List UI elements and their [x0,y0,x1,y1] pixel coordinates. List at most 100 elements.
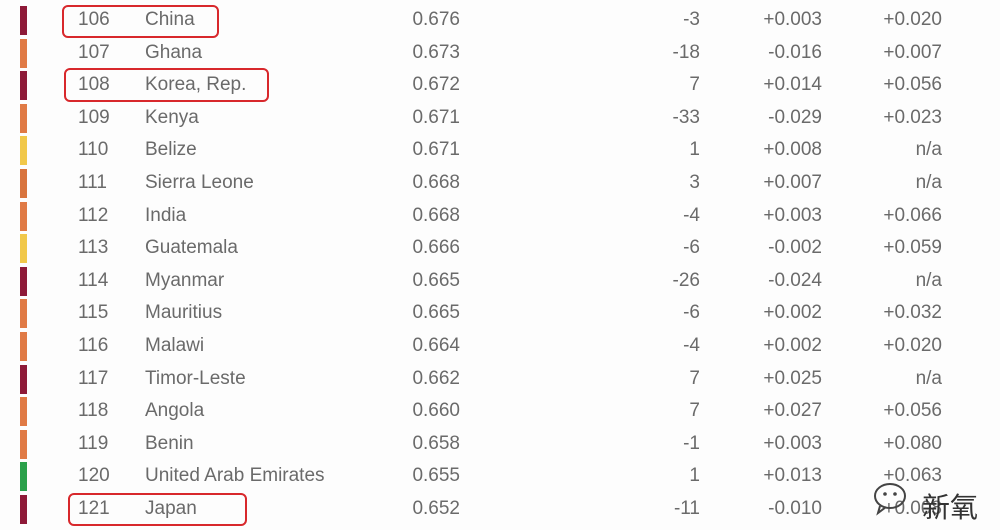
rank-change-cell: 3 [689,172,700,193]
region-color-bar [20,38,27,68]
score-change-2-cell: +0.007 [883,41,942,63]
score-change-2-cell: +0.023 [883,106,942,128]
score-change-1-cell: -0.024 [768,269,822,291]
score-change-2-cell: n/a [915,269,942,291]
score-cell: 0.666 [412,237,460,259]
region-color-bar [20,397,27,427]
score-change-2-cell: +0.020 [883,9,942,30]
score-change-2-cell: +0.080 [883,432,942,454]
country-cell: India [145,204,187,226]
rank-change-cell: -26 [672,269,700,291]
table-row: 111 Sierra Leone 0.668 3 +0.007 n/a [0,167,1000,199]
score-cell: 0.673 [412,41,460,63]
score-change-2-cell: +0.056 [883,400,942,422]
rank-cell: 115 [78,302,109,324]
region-color-bar [20,266,27,296]
rank-change-cell: -4 [683,335,700,356]
score-cell: 0.668 [412,204,460,226]
score-change-1-cell: -0.002 [768,237,822,259]
rank-change-cell: -4 [683,204,700,226]
region-color-bar [20,495,27,524]
rank-change-cell: 7 [689,74,700,96]
rank-cell: 113 [78,237,109,259]
rank-cell: 116 [78,335,109,356]
country-cell: Benin [145,432,194,454]
rank-change-cell: -33 [672,106,700,128]
table-row: 107 Ghana 0.673 -18 -0.016 +0.007 [0,37,1000,69]
rank-change-cell: -11 [673,498,700,519]
score-change-1-cell: -0.016 [768,41,822,63]
score-change-2-cell: n/a [915,367,942,389]
score-cell: 0.671 [412,139,460,161]
table-row: 119 Benin 0.658 -1 +0.003 +0.080 [0,428,1000,460]
highlight-box-japan [68,493,247,526]
table-row: 117 Timor-Leste 0.662 7 +0.025 n/a [0,363,1000,395]
score-cell: 0.668 [412,172,460,193]
country-cell: United Arab Emirates [145,465,325,487]
country-cell: Mauritius [145,302,223,324]
score-change-1-cell: -0.010 [768,498,822,519]
region-color-bar [20,71,27,101]
country-cell: Kenya [145,106,199,128]
rank-cell: 107 [78,41,110,63]
country-cell: Belize [145,139,197,161]
region-color-bar [20,201,27,231]
region-color-bar [20,299,27,329]
highlight-box-korea [64,68,269,102]
table-row: 118 Angola 0.660 7 +0.027 +0.056 [0,395,1000,427]
score-change-2-cell: +0.056 [883,74,942,96]
country-cell: Myanmar [145,269,225,291]
score-change-1-cell: +0.002 [763,335,822,356]
rank-cell: 110 [78,139,109,161]
score-change-1-cell: +0.013 [763,465,822,487]
country-cell: Timor-Leste [145,367,246,389]
rank-change-cell: -6 [683,302,700,324]
highlight-box-china [62,5,219,38]
score-cell: 0.658 [412,432,460,454]
score-change-2-cell: +0.059 [883,237,942,259]
region-color-bar [20,234,27,264]
table-row: 112 India 0.668 -4 +0.003 +0.066 [0,200,1000,232]
rank-cell: 120 [78,465,110,487]
rank-change-cell: 7 [689,367,700,389]
region-color-bar [20,364,27,394]
score-change-1-cell: -0.029 [768,106,822,128]
rank-cell: 119 [78,432,109,454]
score-cell: 0.665 [412,269,460,291]
rank-change-cell: -3 [683,9,700,30]
score-change-1-cell: +0.003 [763,204,822,226]
table-row: 110 Belize 0.671 1 +0.008 n/a [0,134,1000,166]
score-change-1-cell: +0.027 [763,400,822,422]
rank-change-cell: -18 [672,41,700,63]
score-change-1-cell: +0.002 [763,302,822,324]
score-cell: 0.672 [412,74,460,96]
score-cell: 0.652 [412,498,460,519]
table-row: 115 Mauritius 0.665 -6 +0.002 +0.032 [0,297,1000,329]
rank-cell: 117 [78,367,109,389]
table-row: 120 United Arab Emirates 0.655 1 +0.013 +0.06… [0,460,1000,492]
region-color-bar [20,462,27,492]
region-color-bar [20,429,27,459]
score-change-1-cell: +0.003 [763,9,822,30]
rank-change-cell: -6 [683,237,700,259]
rank-cell: 112 [78,204,109,226]
rank-change-cell: 1 [689,139,700,161]
score-cell: 0.664 [412,335,460,356]
table-row: 114 Myanmar 0.665 -26 -0.024 n/a [0,265,1000,297]
watermark-text: 新氧 [922,491,979,524]
region-color-bar [20,169,27,198]
score-cell: 0.671 [412,106,460,128]
region-color-bar [20,136,27,166]
country-cell: Guatemala [145,237,238,259]
region-color-bar [20,332,27,361]
score-change-1-cell: +0.025 [763,367,822,389]
score-cell: 0.655 [412,465,460,487]
rank-change-cell: 1 [689,465,700,487]
watermark-logo: 新氧 [872,480,982,526]
score-change-2-cell: n/a [915,172,942,193]
score-change-2-cell: +0.020 [883,335,942,356]
rank-cell: 111 [78,172,107,193]
rank-change-cell: -1 [683,432,700,454]
rank-change-cell: 7 [689,400,700,422]
score-change-1-cell: +0.007 [763,172,822,193]
